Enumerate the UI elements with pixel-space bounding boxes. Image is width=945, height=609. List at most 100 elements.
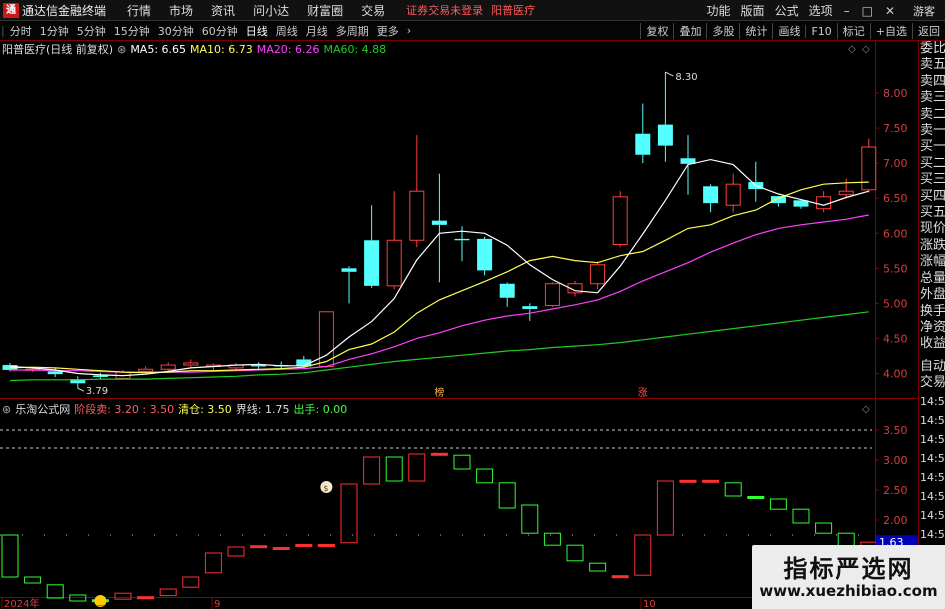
panel-trade[interactable]: 交易 — [919, 375, 945, 391]
tick-time: 14:56 — [920, 489, 945, 503]
candle-body — [544, 283, 560, 306]
tick-time: 14:56 — [920, 432, 945, 446]
sub-indicator-line: ⊛ 乐淘公式网 阶段卖: 3.20 : 3.50 清仓: 3.50 界线: 1.… — [2, 402, 351, 417]
indicator-bar — [114, 592, 132, 600]
indicator-bar — [250, 545, 268, 549]
candle-body — [725, 183, 741, 206]
ma20-label: MA20: 6.26 — [256, 42, 320, 56]
indicator-bar — [792, 508, 810, 524]
ma60-label: MA60: 4.88 — [323, 42, 387, 56]
indicator-bar — [182, 576, 200, 588]
candle-body — [454, 238, 470, 241]
event-tag: 榜 — [434, 386, 444, 399]
diamond-icon: ◇ — [862, 44, 870, 55]
boundary-label: 界线: 1.75 — [235, 403, 290, 416]
high-marker-line — [665, 71, 674, 77]
trading-app-window: { "app": {"logo": "通", "title": "通达信金融终端… — [0, 0, 945, 609]
indicator-name: 乐淘公式网 — [15, 403, 71, 416]
indicator-bar — [702, 479, 720, 483]
watermark-url: www.xuezhibiao.com — [759, 582, 938, 600]
candle-body — [770, 196, 786, 204]
time-tick-label: 2024年 — [4, 597, 39, 609]
indicator-bar — [159, 588, 177, 597]
candle-body — [431, 220, 447, 225]
indicator-bar — [363, 456, 381, 485]
candle-body — [386, 239, 402, 287]
sub-tick-label: 2.00 — [883, 514, 908, 527]
price-tick-label: 7.50 — [883, 122, 908, 135]
candle-body — [703, 186, 719, 204]
indicator-bar — [498, 482, 516, 509]
candle-body — [409, 190, 425, 241]
tick-time: 14:56 — [920, 394, 945, 408]
indicator-bar — [340, 483, 358, 544]
price-tick-label: 6.50 — [883, 192, 908, 205]
settings-icon-sub[interactable]: ⊛ — [2, 403, 11, 416]
tick-time: 14:56 — [920, 527, 945, 541]
candle-body — [838, 190, 854, 196]
kline-chart[interactable]: 8.00 7.50 7.00 6.50 6.00 5.50 5.00 4.50 4.00 3.50… — [0, 0, 918, 609]
low-price-label: 3.79 — [86, 386, 108, 397]
indicator-bar — [430, 452, 448, 456]
ma5-label: MA5: 6.65 — [130, 42, 187, 56]
smiley-face: ‿ — [96, 597, 104, 606]
candle-body — [138, 368, 154, 372]
panel-turnover: 换手 — [920, 303, 945, 319]
candle-body — [590, 264, 606, 285]
indicator-bar — [137, 596, 155, 600]
panel-buy2: 买二 — [920, 155, 945, 171]
panel-bid-ratio: 委比 — [920, 41, 945, 56]
indicator-bar — [24, 576, 42, 584]
panel-buy5: 买五 — [920, 205, 945, 221]
tick-time: 14:56 — [920, 451, 945, 465]
indicator-bar — [204, 552, 222, 574]
watermark-title: 指标严选网 — [783, 555, 914, 583]
indicator-bar — [769, 498, 787, 510]
price-tick-label: 4.00 — [883, 367, 908, 380]
diamond-icon: ◇ — [862, 404, 870, 415]
price-tick-label: 4.50 — [883, 332, 908, 345]
indicator-bar — [453, 454, 471, 470]
panel-buy3: 买三 — [920, 172, 945, 188]
panel-outer: 外盘 — [920, 287, 945, 303]
candle-body — [92, 375, 108, 377]
candle-body — [341, 268, 357, 272]
indicator-bar — [46, 584, 64, 599]
panel-buy1: 买一 — [920, 139, 945, 155]
tick-time: 14:56 — [920, 413, 945, 427]
panel-earnings: 收益 — [920, 336, 945, 352]
candle-body — [635, 133, 651, 155]
money-bag-symbol: $ — [323, 484, 328, 493]
sub-tick-label: 3.50 — [883, 424, 908, 437]
indicator-bar — [679, 479, 697, 483]
tick-time: 14:56 — [920, 470, 945, 484]
settings-icon[interactable]: ⊛ — [117, 43, 126, 56]
panel-sell1: 卖一 — [920, 123, 945, 139]
panel-change-pct: 涨幅 — [920, 254, 945, 270]
ma10-label: MA10: 6.73 — [190, 42, 253, 56]
event-tag: 涨 — [638, 387, 648, 399]
candle-body — [861, 146, 877, 191]
sub-tick-label: 2.50 — [883, 484, 908, 497]
time-tick-label: 9 — [214, 599, 220, 609]
watermark-logo: 指标严选网 www.xuezhibiao.com — [752, 545, 945, 609]
candle-body — [183, 362, 199, 366]
tick-time: 14:56 — [920, 508, 945, 522]
candle-body — [657, 124, 673, 146]
sub-tick-label: 3.00 — [883, 454, 908, 467]
indicator-bar — [272, 547, 290, 550]
indicator-bar — [589, 562, 607, 572]
indicator-bar — [408, 453, 426, 482]
candle-body — [364, 240, 380, 286]
chart-title: 阳普医疗(日线 前复权) — [2, 43, 114, 56]
high-price-label: 8.30 — [675, 72, 697, 83]
indicator-bar — [385, 456, 403, 482]
panel-auto[interactable]: 自动 — [919, 359, 945, 375]
indicator-bar — [317, 544, 335, 547]
candle-body — [160, 364, 176, 370]
indicator-bar — [1, 534, 19, 578]
time-tick-label: 10 — [643, 599, 656, 609]
indicator-bar — [566, 544, 584, 562]
panel-price: 现价 — [920, 221, 945, 237]
panel-change: 涨跌 — [920, 237, 945, 253]
